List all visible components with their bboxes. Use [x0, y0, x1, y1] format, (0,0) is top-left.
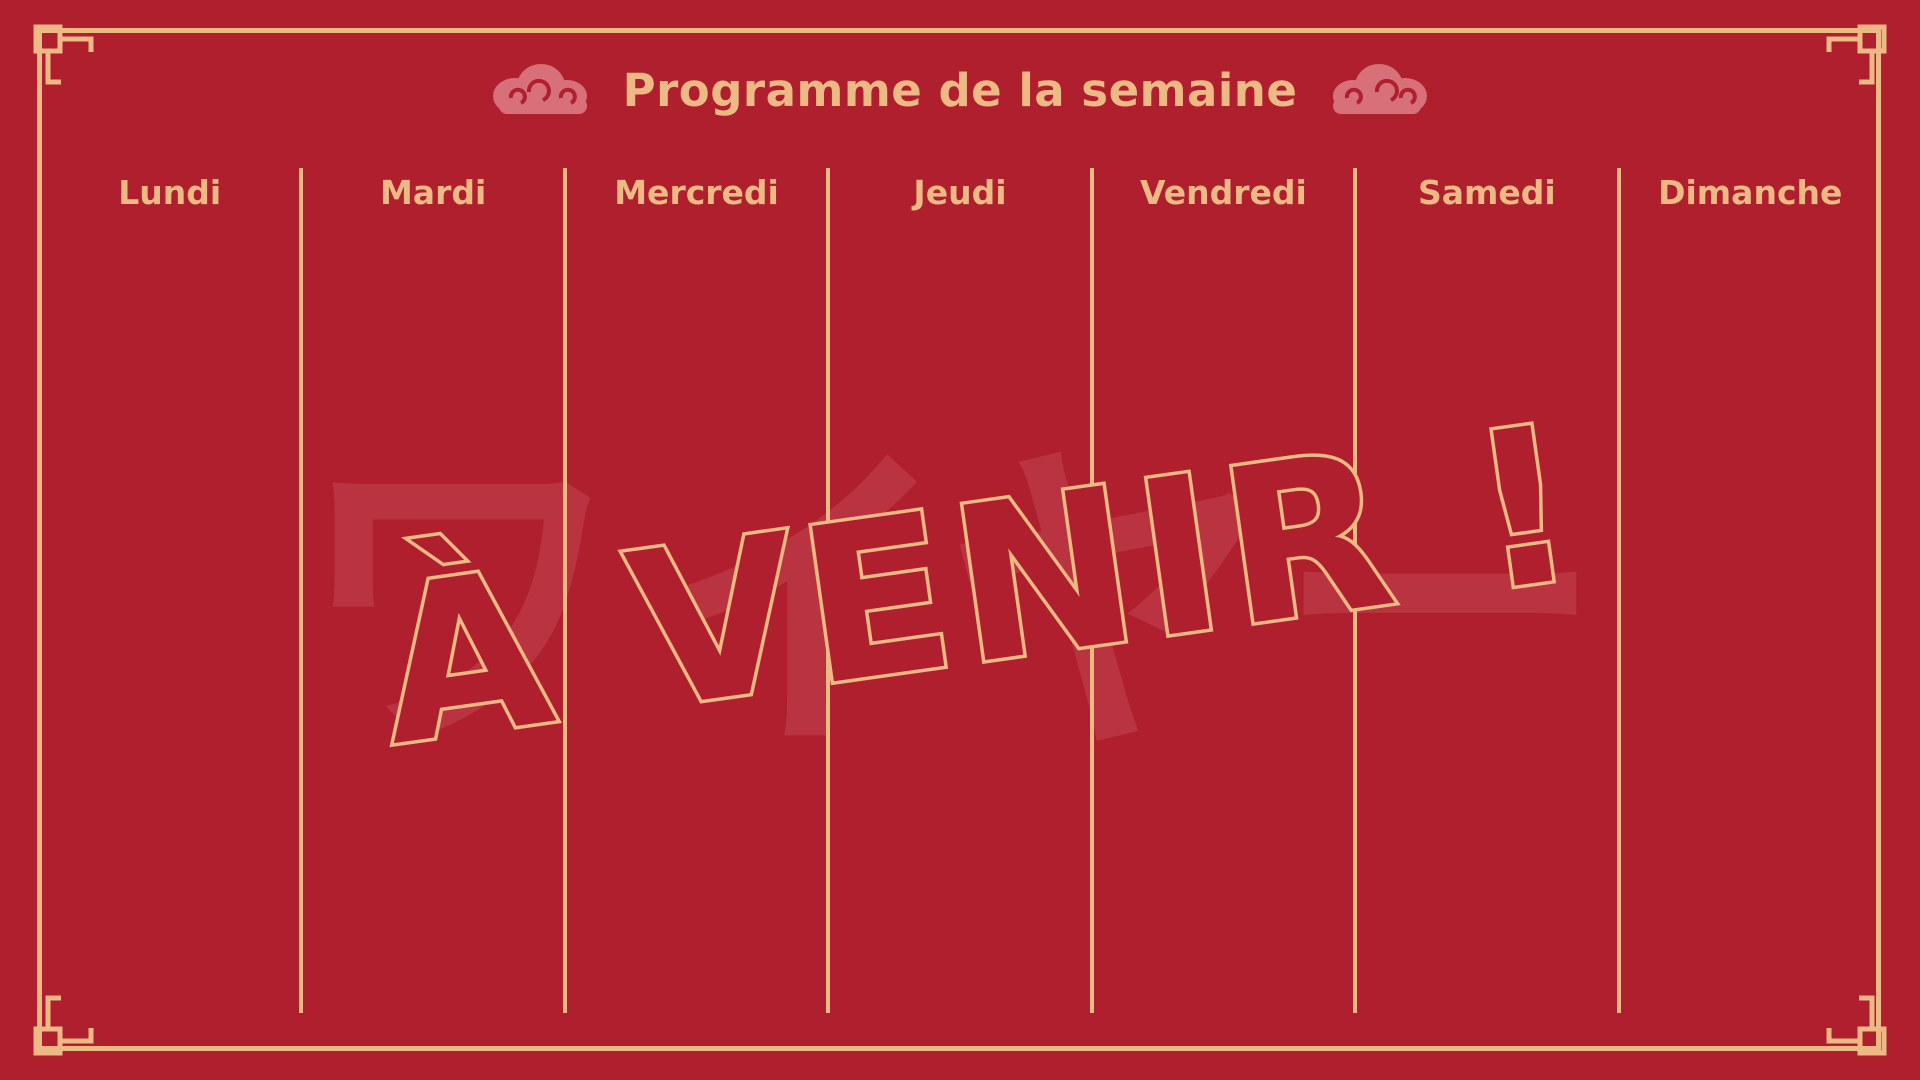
day-label: Vendredi — [1139, 173, 1307, 212]
day-column-jeudi[interactable]: Jeudi — [826, 168, 1089, 1013]
day-column-mardi[interactable]: Mardi — [299, 168, 562, 1013]
page-title: Programme de la semaine — [622, 63, 1298, 117]
day-column-samedi[interactable]: Samedi — [1353, 168, 1616, 1013]
week-grid: Lundi Mardi Mercredi Jeudi Vendredi Same… — [40, 168, 1880, 1013]
slide: ワイヤー Programme de la semaine Lundi Mardi… — [0, 0, 1920, 1080]
day-label: Lundi — [118, 173, 222, 212]
day-column-lundi[interactable]: Lundi — [40, 168, 299, 1013]
day-column-dimanche[interactable]: Dimanche — [1616, 168, 1880, 1013]
title-row: Programme de la semaine — [0, 58, 1920, 122]
cloud-icon — [1333, 64, 1428, 114]
day-label: Mercredi — [614, 173, 779, 212]
day-column-vendredi[interactable]: Vendredi — [1089, 168, 1353, 1013]
day-label: Mardi — [379, 173, 487, 212]
cloud-icon — [492, 64, 587, 114]
day-column-mercredi[interactable]: Mercredi — [562, 168, 826, 1013]
day-label: Samedi — [1417, 173, 1556, 212]
day-label: Dimanche — [1658, 173, 1843, 212]
day-label: Jeudi — [913, 173, 1007, 212]
